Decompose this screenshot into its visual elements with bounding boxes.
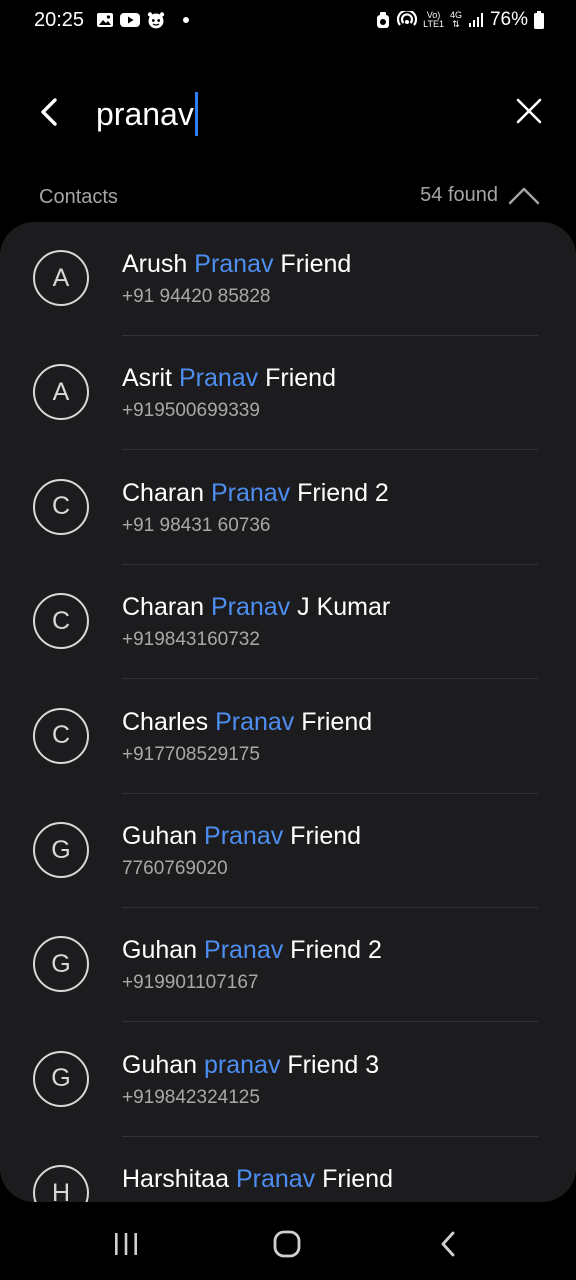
contact-name-part: Asrit [122, 364, 179, 393]
alarm-icon [375, 11, 391, 29]
contact-row[interactable]: C Charan Pranav Friend 2 +91 98431 60736 [0, 451, 576, 565]
search-query-text: pranav [96, 95, 194, 132]
youtube-icon [120, 12, 140, 28]
contact-name-part: Friend 2 [283, 936, 382, 965]
search-input[interactable]: pranav [96, 92, 198, 136]
contact-row[interactable]: C Charles Pranav Friend +917708529175 [0, 680, 576, 794]
contacts-section-header: Contacts 54 found [0, 180, 576, 216]
contact-name-part: Charan [122, 593, 211, 622]
back-nav-button[interactable] [428, 1224, 468, 1264]
status-bar: 20:25 Vo) LTE1 4G ⇅ 76% [0, 0, 576, 42]
contact-phone: 7760769020 [122, 858, 228, 879]
home-icon [273, 1230, 301, 1258]
contact-row[interactable]: H Harshitaa Pranav Friend [0, 1137, 576, 1202]
contact-phone: +917708529175 [122, 743, 260, 765]
contact-name: Charan Pranav Friend 2 [122, 479, 389, 508]
contact-name: Guhan pranav Friend 3 [122, 1051, 379, 1080]
status-right-icons: Vo) LTE1 4G ⇅ 76% [375, 9, 544, 31]
dot-icon [182, 16, 190, 24]
section-title: Contacts [39, 186, 118, 208]
results-count-toggle[interactable]: 54 found [420, 184, 540, 207]
4g-icon: 4G ⇅ [449, 10, 462, 29]
contact-row[interactable]: C Charan Pranav J Kumar +919843160732 [0, 565, 576, 680]
contact-name: Guhan Pranav Friend [122, 822, 361, 851]
back-nav-icon [441, 1231, 455, 1257]
contact-row[interactable]: A Asrit Pranav Friend +919500699339 [0, 336, 576, 451]
contact-name-part: Charan [122, 478, 211, 507]
contact-name-part: Guhan [122, 1050, 205, 1079]
search-match-highlight: Pranav [178, 364, 259, 393]
contact-name-part: Guhan [122, 936, 205, 965]
contact-row[interactable]: G Guhan Pranav Friend 2 +919901107167 [0, 908, 576, 1023]
search-match-highlight: Pranav [204, 822, 284, 850]
contact-avatar: C [33, 478, 89, 535]
contact-row[interactable]: G Guhan pranav Friend 3 +919842324125 [0, 1023, 576, 1137]
battery-icon [534, 11, 544, 29]
contact-row[interactable]: A Arush Pranav Friend +91 94420 85828 [0, 222, 576, 336]
contact-name-part: Harshitaa [122, 1165, 236, 1194]
home-button[interactable] [267, 1224, 307, 1264]
contact-avatar: C [33, 707, 89, 764]
recents-icon [115, 1233, 137, 1255]
results-count: 54 found [420, 184, 498, 206]
search-match-highlight: Pranav [215, 707, 295, 736]
contacts-list[interactable]: A Arush Pranav Friend +91 94420 85828 A Asri… [0, 222, 576, 1202]
search-match-highlight: Pranav [210, 478, 291, 507]
contact-name: Charles Pranav Friend [122, 708, 372, 737]
battery-percent: 76% [489, 9, 528, 30]
contact-name-part: Friend [273, 250, 352, 278]
contact-phone: +919843160732 [122, 629, 260, 651]
contact-name: Guhan Pranav Friend 2 [122, 936, 382, 965]
contact-avatar: H [33, 1165, 89, 1202]
contact-avatar: G [33, 822, 89, 878]
search-header: pranav [0, 70, 576, 160]
contact-avatar: G [33, 1050, 89, 1107]
navigation-bar [0, 1210, 576, 1280]
gallery-icon [96, 11, 114, 29]
contact-avatar: G [33, 936, 89, 993]
contact-name-part: Friend [258, 364, 336, 393]
close-icon [516, 98, 542, 124]
search-match-highlight: Pranav [204, 936, 284, 965]
contact-phone: +919842324125 [122, 1086, 260, 1108]
search-match-highlight: Pranav [194, 250, 274, 278]
signal-icon [468, 12, 484, 28]
search-match-highlight: Pranav [235, 1165, 316, 1194]
app-icon [146, 11, 166, 29]
contact-avatar: A [33, 364, 89, 421]
contact-name-part: Friend [315, 1165, 393, 1194]
contact-phone: +919901107167 [122, 972, 259, 994]
contact-avatar: C [33, 593, 89, 650]
back-button[interactable] [30, 92, 70, 132]
contact-name-part: Arush [122, 250, 195, 278]
contact-row[interactable]: G Guhan Pranav Friend 7760769020 [0, 794, 576, 908]
recents-button[interactable] [106, 1224, 146, 1264]
contact-phone: +919500699339 [122, 400, 260, 422]
contact-name: Arush Pranav Friend [122, 250, 351, 279]
contact-name-part: Friend 3 [280, 1050, 380, 1079]
contact-phone: +91 98431 60736 [122, 514, 271, 536]
contact-name-part: Friend [283, 822, 362, 850]
volte-icon: Vo) LTE1 [423, 10, 444, 29]
back-arrow-icon [41, 98, 57, 126]
contact-name-part: Friend 2 [290, 478, 389, 507]
contact-name: Charan Pranav J Kumar [122, 593, 390, 622]
search-match-highlight: Pranav [210, 593, 291, 622]
status-left-icons [96, 11, 190, 29]
clear-search-button[interactable] [512, 94, 546, 128]
contact-avatar: A [33, 250, 89, 306]
contact-name-part: Charles [122, 707, 216, 736]
contact-phone: +91 94420 85828 [122, 286, 271, 307]
contact-name-part: Friend [294, 707, 373, 736]
text-cursor [194, 92, 198, 136]
chevron-up-icon [508, 187, 540, 204]
status-time: 20:25 [34, 9, 85, 31]
contact-name: Harshitaa Pranav Friend [122, 1165, 393, 1194]
contact-name-part: Guhan [122, 822, 205, 850]
search-match-highlight: pranav [204, 1050, 281, 1079]
contact-name-part: J Kumar [290, 593, 391, 622]
contact-name: Asrit Pranav Friend [122, 364, 336, 393]
hotspot-icon [397, 11, 418, 29]
